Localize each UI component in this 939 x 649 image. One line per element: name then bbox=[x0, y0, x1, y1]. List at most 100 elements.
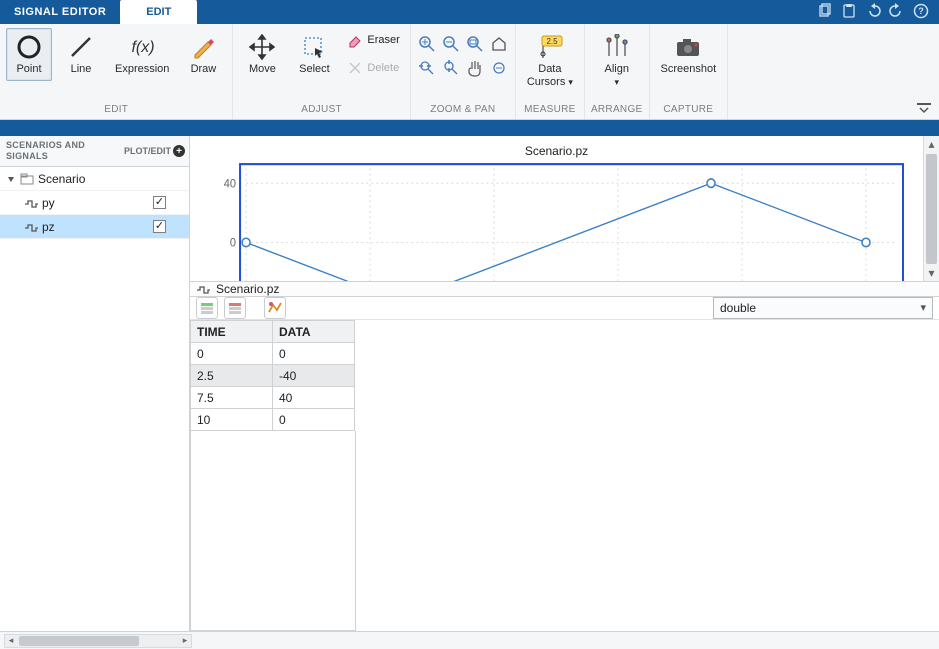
point-button[interactable]: Point bbox=[6, 28, 52, 81]
data-cursor-icon: 2.5 bbox=[536, 33, 564, 61]
line-icon bbox=[67, 33, 95, 61]
ribbon-group-adjust: Move Select Eraser Delete ADJUST bbox=[233, 24, 410, 119]
title-bar: SIGNAL EDITOR EDIT ? bbox=[0, 0, 939, 24]
help-icon[interactable]: ? bbox=[913, 3, 929, 22]
sidebar-col-scenarios: SCENARIOS AND SIGNALS bbox=[0, 136, 120, 166]
zoom-x-icon[interactable] bbox=[417, 58, 437, 78]
data-type-select[interactable]: double bbox=[713, 297, 933, 319]
tree-row[interactable]: Scenario bbox=[0, 167, 189, 191]
data-table[interactable]: TIMEDATA002.5-407.540100 bbox=[190, 320, 355, 431]
table-signal-label: Scenario.pz bbox=[216, 282, 279, 296]
hscroll-thumb[interactable] bbox=[19, 636, 139, 646]
group-label-adjust: ADJUST bbox=[301, 102, 342, 119]
group-label-arrange: ARRANGE bbox=[591, 102, 643, 119]
move-button[interactable]: Move bbox=[239, 28, 285, 81]
app-title: SIGNAL EDITOR bbox=[0, 6, 120, 18]
table-cell[interactable]: -40 bbox=[273, 365, 355, 387]
add-signal-icon[interactable]: + bbox=[173, 145, 185, 157]
group-label-zoom: ZOOM & PAN bbox=[430, 102, 495, 119]
ribbon-group-edit: Point Line f(x) Expression Draw EDIT bbox=[0, 24, 233, 119]
redo-icon[interactable] bbox=[889, 3, 905, 22]
table-cell[interactable]: 2.5 bbox=[191, 365, 273, 387]
delete-row-button[interactable] bbox=[224, 297, 246, 319]
camera-icon bbox=[674, 33, 702, 61]
copy-icon[interactable] bbox=[817, 3, 833, 22]
tree-label: Scenario bbox=[38, 172, 85, 186]
draw-button[interactable]: Draw bbox=[180, 28, 226, 81]
undo-icon[interactable] bbox=[865, 3, 881, 22]
plot-button[interactable] bbox=[264, 297, 286, 319]
ribbon: Point Line f(x) Expression Draw EDIT Mov… bbox=[0, 24, 939, 120]
delete-icon bbox=[347, 60, 363, 76]
collapse-ribbon-icon[interactable] bbox=[915, 101, 933, 115]
ribbon-group-capture: Screenshot CAPTURE bbox=[650, 24, 729, 119]
scroll-thumb[interactable] bbox=[926, 154, 937, 264]
table-row[interactable]: 2.5-40 bbox=[191, 365, 355, 387]
table-cell[interactable]: 10 bbox=[191, 409, 273, 431]
svg-text:2.5: 2.5 bbox=[546, 37, 558, 46]
hscroll-right-icon[interactable]: ▸ bbox=[179, 635, 191, 647]
table-cell[interactable]: 7.5 bbox=[191, 387, 273, 409]
table-cell[interactable]: 0 bbox=[273, 409, 355, 431]
table-toolbar: double bbox=[190, 297, 939, 320]
align-icon bbox=[603, 33, 631, 61]
plot-svg[interactable]: 0246810-40040 bbox=[206, 162, 907, 282]
zoom-y-icon[interactable] bbox=[441, 58, 461, 78]
tree-label: pz bbox=[42, 220, 55, 234]
hscroll-left-icon[interactable]: ◂ bbox=[5, 635, 17, 647]
align-button[interactable]: Align▾ bbox=[594, 28, 640, 94]
ribbon-group-arrange: Align▾ ARRANGE bbox=[585, 24, 650, 119]
signal-icon bbox=[196, 284, 210, 294]
table-row[interactable]: 7.540 bbox=[191, 387, 355, 409]
select-button[interactable]: Select bbox=[291, 28, 337, 81]
table-header-cell[interactable]: TIME bbox=[191, 321, 273, 343]
move-icon bbox=[248, 33, 276, 61]
group-label-measure: MEASURE bbox=[524, 102, 576, 119]
delete-button: Delete bbox=[343, 56, 403, 80]
scroll-down-icon[interactable]: ▾ bbox=[924, 265, 939, 281]
svg-text:40: 40 bbox=[224, 178, 236, 190]
insert-row-button[interactable] bbox=[196, 297, 218, 319]
fit-icon[interactable] bbox=[465, 34, 485, 54]
table-row[interactable]: 00 bbox=[191, 343, 355, 365]
home-icon[interactable] bbox=[489, 34, 509, 54]
table-empty-area bbox=[190, 431, 356, 631]
screenshot-button[interactable]: Screenshot bbox=[656, 28, 722, 81]
sidebar-hscroll[interactable]: ◂ ▸ bbox=[4, 634, 192, 648]
sidebar-header: SCENARIOS AND SIGNALS PLOT/EDIT + bbox=[0, 136, 189, 167]
data-cursors-button[interactable]: 2.5 Data Cursors ▾ bbox=[522, 28, 578, 94]
table-cell[interactable]: 40 bbox=[273, 387, 355, 409]
pan-icon[interactable] bbox=[465, 58, 485, 78]
ribbon-group-measure: 2.5 Data Cursors ▾ MEASURE bbox=[516, 24, 585, 119]
select-icon bbox=[300, 33, 328, 61]
ribbon-group-zoom: ZOOM & PAN bbox=[411, 24, 516, 119]
main-panel: Scenario.pz 0246810-40040 ▴ ▾ Scenario.p… bbox=[190, 136, 939, 631]
signal-tree[interactable]: Scenario py pz bbox=[0, 167, 189, 631]
table-cell[interactable]: 0 bbox=[191, 343, 273, 365]
plot-area[interactable]: Scenario.pz 0246810-40040 ▴ ▾ bbox=[190, 136, 939, 282]
zoom-out-icon[interactable] bbox=[441, 34, 461, 54]
plot-scrollbar[interactable]: ▴ ▾ bbox=[923, 136, 939, 281]
table-row[interactable]: 100 bbox=[191, 409, 355, 431]
table-header-cell[interactable]: DATA bbox=[273, 321, 355, 343]
plot-checkbox[interactable] bbox=[153, 220, 166, 233]
tab-edit[interactable]: EDIT bbox=[120, 0, 197, 24]
tree-row[interactable]: pz bbox=[0, 215, 189, 239]
paste-icon[interactable] bbox=[841, 3, 857, 22]
eraser-button[interactable]: Eraser bbox=[343, 28, 403, 52]
tree-label: py bbox=[42, 196, 55, 210]
svg-text:?: ? bbox=[918, 6, 924, 16]
table-signal-header: Scenario.pz bbox=[190, 282, 939, 297]
plot-checkbox[interactable] bbox=[153, 196, 166, 209]
zoom-out-all-icon[interactable] bbox=[489, 58, 509, 78]
group-label-capture: CAPTURE bbox=[663, 102, 713, 119]
tree-row[interactable]: py bbox=[0, 191, 189, 215]
table-cell[interactable]: 0 bbox=[273, 343, 355, 365]
expression-button[interactable]: f(x) Expression bbox=[110, 28, 174, 81]
zoom-in-icon[interactable] bbox=[417, 34, 437, 54]
fx-icon: f(x) bbox=[128, 33, 156, 61]
line-button[interactable]: Line bbox=[58, 28, 104, 81]
plot-title: Scenario.pz bbox=[206, 144, 907, 162]
sidebar-col-plotedit: PLOT/EDIT + bbox=[120, 136, 189, 166]
scroll-up-icon[interactable]: ▴ bbox=[924, 136, 939, 152]
